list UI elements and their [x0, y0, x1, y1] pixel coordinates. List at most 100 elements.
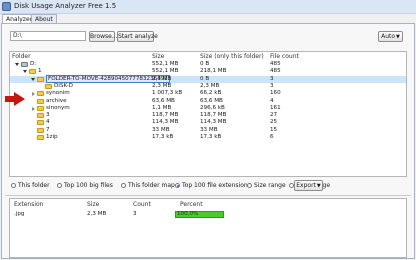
export-label: Export — [296, 182, 316, 189]
folder-name: 7 — [46, 126, 50, 133]
own-size-cell: 296,6 kB — [200, 104, 225, 111]
file-count-cell: 4 — [270, 97, 274, 104]
radio-this-folder[interactable]: This folder — [11, 182, 50, 190]
file-count-cell: 25 — [270, 119, 278, 126]
size-cell: 63,6 MB — [152, 97, 175, 104]
folder-icon — [45, 83, 52, 89]
size-cell: 17,3 kB — [152, 134, 174, 140]
export-dropdown[interactable]: Export▼ — [294, 180, 323, 191]
size-cell: 1,1 MB — [152, 104, 172, 111]
file-count-cell: 485 — [270, 61, 281, 67]
own-size-cell: 114,3 MB — [200, 119, 227, 126]
own-size-cell: 2,3 MB — [200, 82, 220, 89]
radio-this-folder-map[interactable]: This folder map — [121, 182, 175, 190]
radio-size-range[interactable]: Size range — [247, 182, 286, 190]
folder-name: 4 — [46, 119, 50, 126]
own-size-cell: 17,3 kB — [200, 134, 222, 140]
column-ext-count[interactable]: Count — [133, 200, 151, 209]
column-ext-size[interactable]: Size — [87, 200, 99, 209]
chevron-down-icon: ▼ — [396, 34, 400, 40]
column-extension[interactable]: Extension — [14, 200, 43, 209]
tree-row[interactable]: sinonym 1,1 MB 296,6 kB 161 — [10, 105, 406, 112]
tree-row[interactable]: archive 63,6 MB 63,6 MB 4 — [10, 98, 406, 105]
folder-icon — [37, 120, 44, 126]
file-count-cell: 161 — [270, 104, 281, 111]
tree-row[interactable]: D: 552,1 MB 0 B 485 — [10, 61, 406, 68]
start-analyze-button[interactable]: Start analyze — [117, 31, 158, 42]
folder-icon — [37, 98, 44, 104]
tree-row[interactable]: 3 118,7 MB 118,7 MB 27 — [10, 112, 406, 119]
auto-dropdown[interactable]: Auto▼ — [378, 31, 403, 42]
radio-circle-icon — [175, 183, 180, 188]
chevron-down-icon: ▼ — [316, 183, 321, 189]
folder-icon — [37, 135, 44, 140]
own-size-cell: 0 B — [200, 75, 210, 82]
folder-icon — [37, 91, 44, 97]
tree-row[interactable]: 7 33 MB 33 MB 15 — [10, 127, 406, 134]
extension-table[interactable] — [9, 198, 407, 258]
red-arrow-head — [14, 92, 25, 106]
file-count-cell: 27 — [270, 112, 278, 119]
column-own-size[interactable]: Size (only this folder) — [200, 52, 264, 61]
size-cell: 114,3 MB — [152, 119, 179, 126]
size-cell: 118,7 MB — [152, 112, 179, 119]
folder-icon — [37, 127, 44, 133]
folder-name: 1 — [38, 68, 42, 75]
radio-top-100-big-files[interactable]: Top 100 big files — [57, 182, 113, 190]
folder-icon — [37, 113, 44, 119]
auto-label: Auto — [381, 33, 396, 40]
expand-icon[interactable] — [15, 63, 19, 66]
ext-count-cell: 3 — [133, 211, 137, 217]
own-size-cell: 66,2 kB — [200, 90, 222, 97]
file-count-cell: 160 — [270, 90, 281, 97]
expand-icon[interactable] — [31, 77, 35, 81]
size-cell: 1 007,3 kB — [152, 90, 183, 97]
file-count-cell: 6 — [270, 134, 274, 140]
expand-icon[interactable] — [23, 70, 27, 74]
column-ext-percent[interactable]: Percent — [180, 200, 203, 209]
column-size[interactable]: Size — [152, 52, 164, 61]
own-size-cell: 218,1 MB — [200, 68, 227, 75]
ext-size-cell: 2,3 MB — [87, 211, 107, 217]
file-count-cell: 485 — [270, 68, 281, 75]
file-count-cell: 3 — [270, 82, 274, 89]
folder-name: sinonym — [46, 104, 70, 111]
browse-button[interactable]: Browse... — [89, 31, 118, 42]
percent-text: 100,0% — [177, 211, 199, 217]
tree-row[interactable]: 1zip 17,3 kB 17,3 kB 6 — [10, 134, 406, 141]
radio-circle-icon — [57, 183, 62, 188]
expand-icon[interactable] — [32, 106, 35, 111]
folder-name: 3 — [46, 112, 50, 119]
radio-top-100-file-extension[interactable]: Top 100 file extension — [175, 182, 248, 190]
folder-name: D: — [30, 61, 37, 67]
tree-row[interactable]: 4 114,3 MB 114,3 MB 25 — [10, 119, 406, 126]
drive-icon — [21, 62, 28, 67]
file-count-cell: 3 — [270, 75, 274, 82]
path-input[interactable]: D:\ — [10, 31, 86, 41]
own-size-cell: 33 MB — [200, 126, 218, 133]
folder-name: DISK-D — [54, 82, 73, 89]
column-folder[interactable]: Folder — [12, 52, 31, 61]
column-file-count[interactable]: File count — [270, 52, 299, 61]
size-cell: 552,1 MB — [152, 61, 179, 67]
radio-circle-icon — [247, 183, 252, 188]
folder-name: synonim — [46, 90, 70, 97]
own-size-cell: 63,6 MB — [200, 97, 223, 104]
radio-circle-icon — [11, 183, 16, 188]
app-icon — [2, 2, 11, 11]
size-cell: 2,3 MB — [152, 75, 172, 82]
tree-row[interactable]: DISK-D 2,3 MB 2,3 MB 3 — [10, 83, 406, 90]
expand-icon[interactable] — [32, 92, 35, 97]
folder-icon — [37, 76, 44, 82]
extension-cell: .jpg — [14, 211, 25, 217]
radio-circle-icon — [121, 183, 126, 188]
size-cell: 33 MB — [152, 126, 170, 133]
folder-icon — [29, 69, 36, 75]
folder-icon — [37, 105, 44, 111]
tree-row-selected[interactable]: FOLDER-TO-MOVE-4289045077783236492 2,3 M… — [10, 74, 406, 84]
tree-row[interactable]: synonim 1 007,3 kB 66,2 kB 160 — [10, 90, 406, 97]
size-cell: 2,3 MB — [152, 82, 172, 89]
panel-divider — [5, 195, 411, 196]
folder-name: archive — [46, 97, 67, 104]
own-size-cell: 118,7 MB — [200, 112, 227, 119]
